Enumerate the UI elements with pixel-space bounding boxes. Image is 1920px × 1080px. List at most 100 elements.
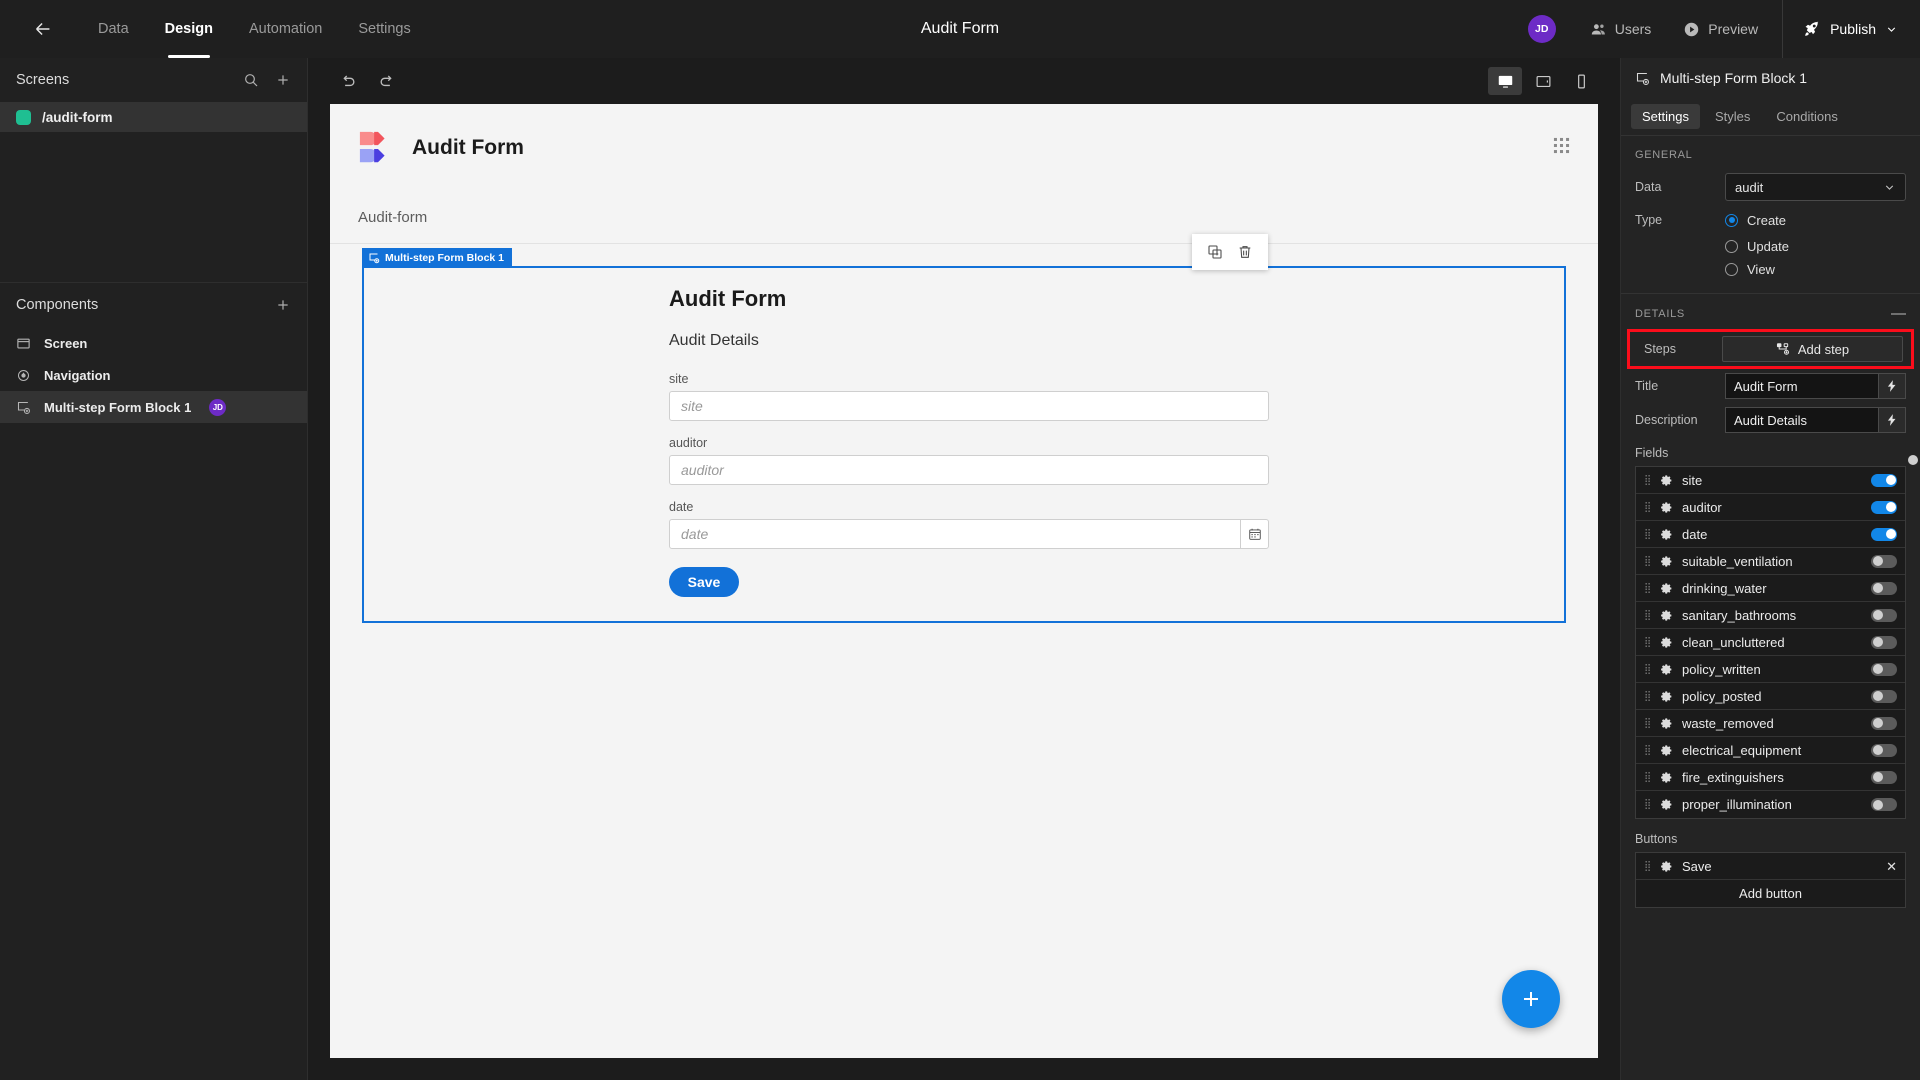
drag-handle-icon[interactable]: ⣿ — [1644, 556, 1651, 566]
tab-styles[interactable]: Styles — [1704, 104, 1761, 129]
field-row-sanitary-bathrooms[interactable]: ⣿ sanitary_bathrooms — [1636, 602, 1905, 629]
gear-icon[interactable] — [1660, 798, 1673, 811]
component-item-navigation[interactable]: Navigation — [0, 359, 307, 391]
gear-icon[interactable] — [1660, 582, 1673, 595]
type-radio-update[interactable] — [1725, 240, 1738, 253]
field-toggle[interactable] — [1871, 689, 1897, 703]
close-icon[interactable]: ✕ — [1886, 860, 1897, 873]
form-save-button[interactable]: Save — [669, 567, 739, 597]
component-item-multi-step-form-block-1[interactable]: Multi-step Form Block 1 JD — [0, 391, 307, 423]
gear-icon[interactable] — [1660, 744, 1673, 757]
tab-conditions[interactable]: Conditions — [1765, 104, 1848, 129]
field-toggle[interactable] — [1871, 527, 1897, 541]
field-toggle[interactable] — [1871, 716, 1897, 730]
back-button[interactable] — [20, 6, 66, 52]
field-toggle[interactable] — [1871, 770, 1897, 784]
gear-icon[interactable] — [1660, 860, 1673, 873]
top-nav-design[interactable]: Design — [147, 0, 231, 58]
field-row-date[interactable]: ⣿ date — [1636, 521, 1905, 548]
device-desktop-button[interactable] — [1488, 67, 1522, 95]
gear-icon[interactable] — [1660, 555, 1673, 568]
auditor-input[interactable]: auditor — [669, 455, 1269, 485]
delete-icon[interactable] — [1232, 239, 1258, 265]
gear-icon[interactable] — [1660, 501, 1673, 514]
field-row-waste-removed[interactable]: ⣿ waste_removed — [1636, 710, 1905, 737]
gear-icon[interactable] — [1660, 663, 1673, 676]
description-input[interactable]: Audit Details — [1725, 407, 1878, 433]
field-toggle[interactable] — [1871, 743, 1897, 757]
field-row-suitable-ventilation[interactable]: ⣿ suitable_ventilation — [1636, 548, 1905, 575]
add-component-plus-icon[interactable] — [275, 297, 291, 313]
tab-settings[interactable]: Settings — [1631, 104, 1700, 129]
gear-icon[interactable] — [1660, 474, 1673, 487]
field-row-proper-illumination[interactable]: ⣿ proper_illumination — [1636, 791, 1905, 818]
type-radio-view[interactable] — [1725, 263, 1738, 276]
drag-handle-icon[interactable]: ⣿ — [1644, 475, 1651, 485]
description-binding-button[interactable] — [1878, 407, 1906, 433]
component-item-screen[interactable]: Screen — [0, 327, 307, 359]
preview-button[interactable]: Preview — [1667, 0, 1774, 58]
redo-button[interactable] — [370, 66, 404, 96]
field-toggle[interactable] — [1871, 608, 1897, 622]
gear-icon[interactable] — [1660, 528, 1673, 541]
add-button[interactable]: Add button — [1636, 880, 1905, 907]
drag-handle-icon[interactable]: ⣿ — [1644, 664, 1651, 674]
field-toggle[interactable] — [1871, 500, 1897, 514]
add-block-fab[interactable] — [1502, 970, 1560, 1028]
type-option-view[interactable]: View — [1621, 258, 1920, 281]
date-input[interactable]: date — [669, 519, 1269, 549]
title-input[interactable]: Audit Form — [1725, 373, 1878, 399]
drag-handle-icon[interactable]: ⣿ — [1644, 745, 1651, 755]
title-binding-button[interactable] — [1878, 373, 1906, 399]
device-mobile-button[interactable] — [1564, 67, 1598, 95]
site-input[interactable]: site — [669, 391, 1269, 421]
type-option-update[interactable]: Update — [1621, 235, 1920, 258]
drag-handle-icon[interactable]: ⣿ — [1644, 583, 1651, 593]
drag-handle-icon[interactable]: ⣿ — [1644, 637, 1651, 647]
field-toggle[interactable] — [1871, 581, 1897, 595]
publish-button[interactable]: Publish — [1782, 0, 1920, 58]
gear-icon[interactable] — [1660, 771, 1673, 784]
field-row-electrical-equipment[interactable]: ⣿ electrical_equipment — [1636, 737, 1905, 764]
drag-handle-icon[interactable]: ⣿ — [1644, 529, 1651, 539]
duplicate-icon[interactable] — [1202, 239, 1228, 265]
drag-handle-icon[interactable]: ⣿ — [1644, 610, 1651, 620]
grid-dots-icon[interactable] — [1553, 137, 1570, 159]
gear-icon[interactable] — [1660, 690, 1673, 703]
top-nav-data[interactable]: Data — [80, 0, 147, 58]
field-row-site[interactable]: ⣿ site — [1636, 467, 1905, 494]
device-tablet-button[interactable] — [1526, 67, 1560, 95]
field-row-policy-posted[interactable]: ⣿ policy_posted — [1636, 683, 1905, 710]
field-row-auditor[interactable]: ⣿ auditor — [1636, 494, 1905, 521]
field-row-drinking-water[interactable]: ⣿ drinking_water — [1636, 575, 1905, 602]
field-toggle[interactable] — [1871, 798, 1897, 811]
field-toggle[interactable] — [1871, 662, 1897, 676]
search-icon[interactable] — [243, 72, 259, 88]
drag-handle-icon[interactable]: ⣿ — [1644, 772, 1651, 782]
gear-icon[interactable] — [1660, 717, 1673, 730]
add-screen-plus-icon[interactable] — [275, 72, 291, 88]
type-radio-create[interactable] — [1725, 213, 1738, 227]
field-toggle[interactable] — [1871, 635, 1897, 649]
calendar-icon[interactable] — [1240, 520, 1268, 548]
drag-handle-icon[interactable]: ⣿ — [1644, 691, 1651, 701]
top-nav-settings[interactable]: Settings — [340, 0, 428, 58]
gear-icon[interactable] — [1660, 636, 1673, 649]
drag-handle-icon[interactable]: ⣿ — [1644, 800, 1651, 810]
drag-handle-icon[interactable]: ⣿ — [1644, 718, 1651, 728]
field-row-policy-written[interactable]: ⣿ policy_written — [1636, 656, 1905, 683]
drag-handle-icon[interactable]: ⣿ — [1644, 502, 1651, 512]
multi-step-form-block[interactable]: Multi-step Form Block 1 Audit Form Audit… — [362, 248, 1566, 623]
field-toggle[interactable] — [1871, 554, 1897, 568]
field-row-clean-uncluttered[interactable]: ⣿ clean_uncluttered — [1636, 629, 1905, 656]
add-step-button[interactable]: Add step — [1722, 336, 1903, 362]
button-row-save[interactable]: ⣿ Save ✕ — [1636, 853, 1905, 880]
top-nav-automation[interactable]: Automation — [231, 0, 340, 58]
field-toggle[interactable] — [1871, 473, 1897, 487]
drag-handle-icon[interactable]: ⣿ — [1644, 861, 1651, 871]
users-button[interactable]: Users — [1574, 0, 1668, 58]
undo-button[interactable] — [330, 66, 364, 96]
avatar[interactable]: JD — [1527, 15, 1556, 43]
data-select[interactable]: audit — [1725, 173, 1906, 201]
screen-item-audit-form[interactable]: /audit-form — [0, 102, 307, 132]
